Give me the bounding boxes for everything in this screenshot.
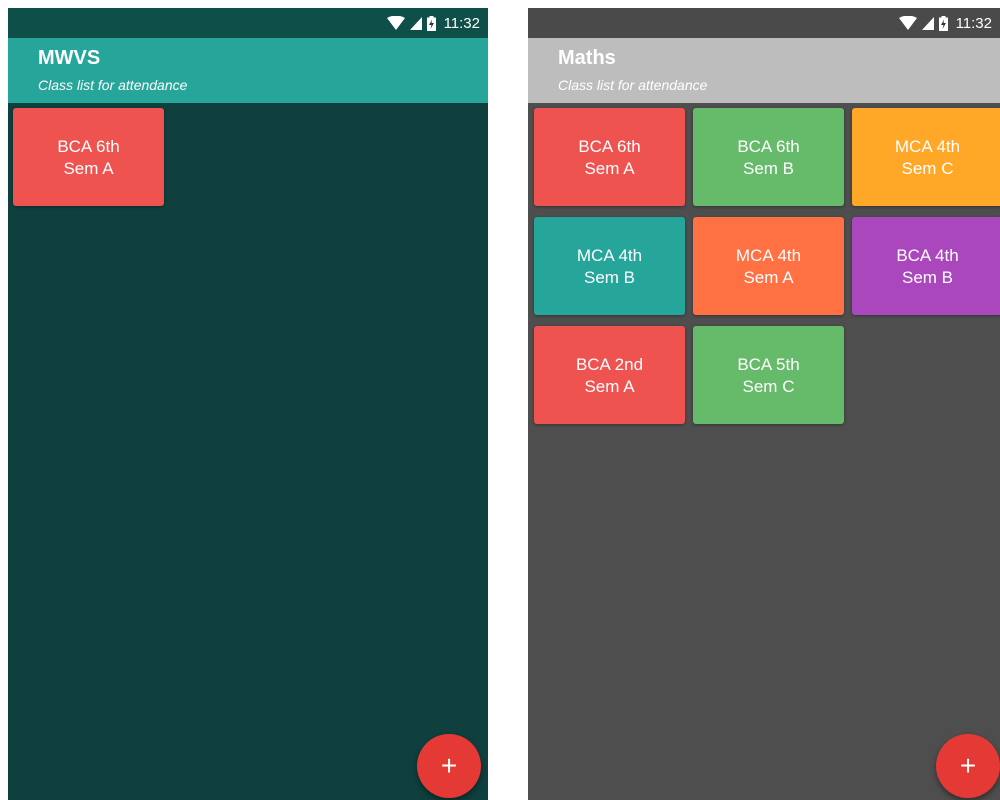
battery-charging-icon [938, 15, 948, 31]
app-title: MWVS [38, 47, 101, 69]
class-section: Sem A [63, 159, 114, 178]
class-grid: BCA 6th Sem A BCA 6th Sem B MCA 4th Sem … [528, 103, 1000, 800]
class-grid: BCA 6th Sem A [8, 103, 488, 800]
wifi-icon [898, 16, 917, 30]
class-name: MCA 4th [894, 137, 961, 156]
plus-icon: + [959, 750, 977, 781]
cell-signal-icon [921, 16, 934, 30]
cell-signal-icon [409, 16, 422, 30]
class-section: Sem B [583, 268, 636, 287]
app-bar: MWVS Class list for attendance [8, 38, 488, 103]
class-name: MCA 4th [735, 246, 802, 265]
battery-charging-icon [426, 15, 436, 31]
class-section: Sem A [584, 159, 635, 178]
status-icons: 11:32 [898, 8, 992, 38]
add-class-button[interactable]: + [417, 734, 481, 798]
class-name: BCA 6th [57, 137, 120, 156]
app-subtitle: Class list for attendance [38, 77, 188, 93]
class-name: BCA 5th [737, 355, 800, 374]
clock-time: 11:32 [443, 14, 480, 32]
plus-icon: + [440, 750, 458, 781]
class-section: Sem C [742, 377, 795, 396]
class-card[interactable]: MCA 4th Sem C [852, 108, 1000, 206]
app-title: Maths [558, 47, 616, 69]
class-name: MCA 4th [576, 246, 643, 265]
class-section: Sem B [901, 268, 954, 287]
class-card[interactable]: BCA 6th Sem B [693, 108, 844, 206]
class-card[interactable]: MCA 4th Sem B [534, 217, 685, 315]
class-section: Sem A [584, 377, 635, 396]
class-card[interactable]: BCA 5th Sem C [693, 326, 844, 424]
add-class-button[interactable]: + [936, 734, 1000, 798]
class-section: Sem B [742, 159, 795, 178]
class-card[interactable]: MCA 4th Sem A [693, 217, 844, 315]
class-section: Sem C [901, 159, 954, 178]
class-card[interactable]: BCA 4th Sem B [852, 217, 1000, 315]
class-name: BCA 2nd [575, 355, 644, 374]
phone-screen-mwvs: 11:32 MWVS Class list for attendance BCA… [8, 8, 488, 800]
wifi-icon [386, 16, 405, 30]
app-subtitle: Class list for attendance [558, 77, 708, 93]
status-bar: 11:32 [8, 8, 488, 38]
app-bar: Maths Class list for attendance [528, 38, 1000, 103]
clock-time: 11:32 [955, 14, 992, 32]
class-card[interactable]: BCA 2nd Sem A [534, 326, 685, 424]
class-name: BCA 6th [737, 137, 800, 156]
status-bar: 11:32 [528, 8, 1000, 38]
class-card[interactable]: BCA 6th Sem A [13, 108, 164, 206]
class-name: BCA 6th [578, 137, 641, 156]
class-name: BCA 4th [896, 246, 959, 265]
class-section: Sem A [743, 268, 794, 287]
status-icons: 11:32 [386, 8, 480, 38]
class-card[interactable]: BCA 6th Sem A [534, 108, 685, 206]
phone-screen-maths: 11:32 Maths Class list for attendance BC… [528, 8, 1000, 800]
